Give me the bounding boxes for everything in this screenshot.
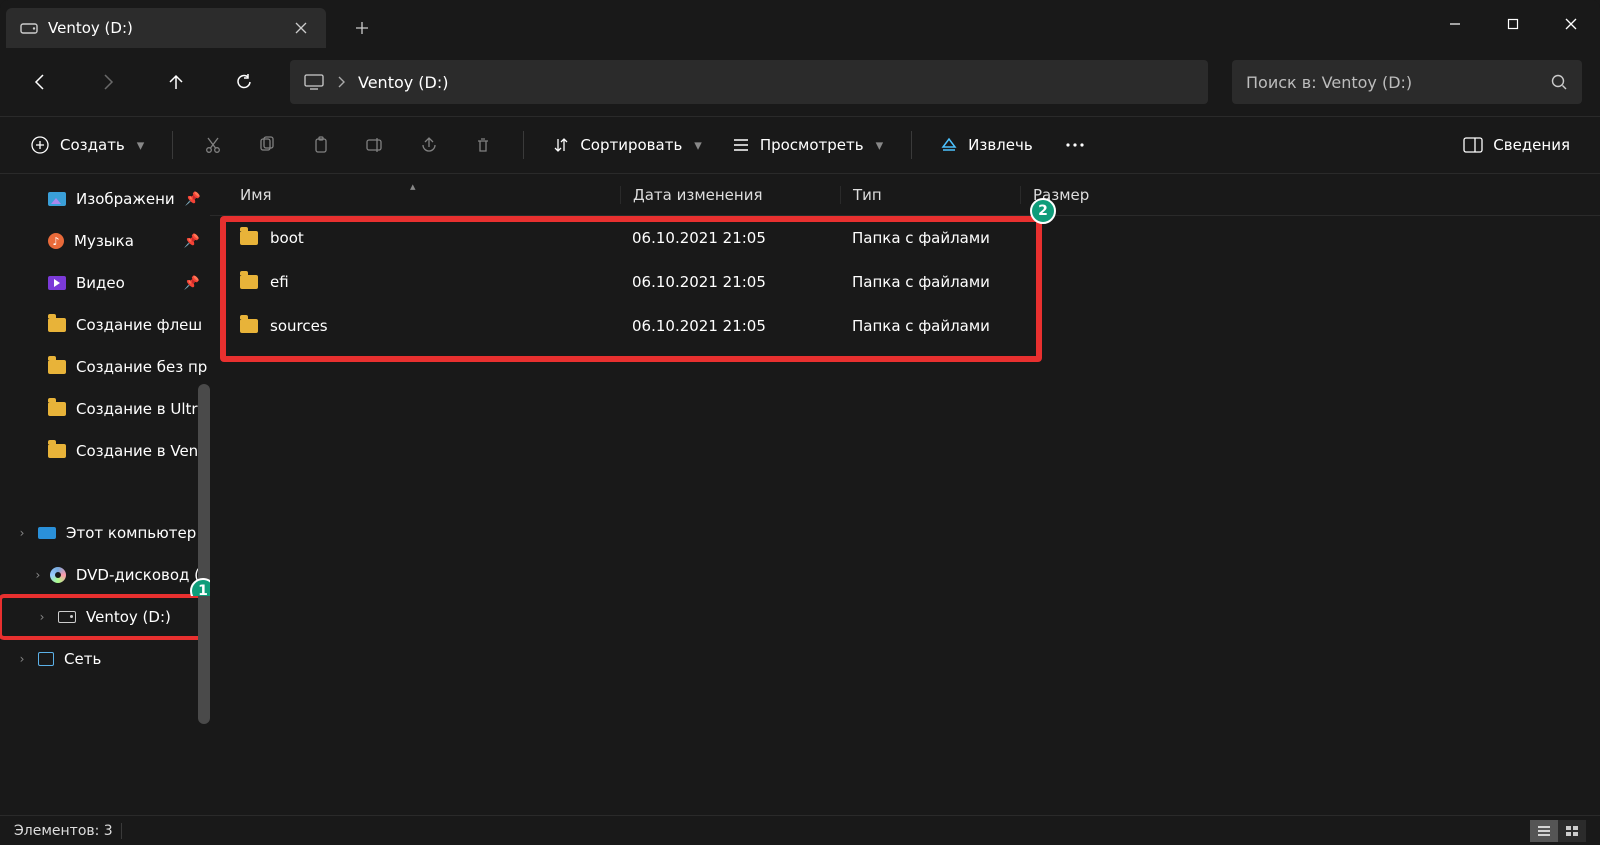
chevron-right-icon[interactable]: › [14, 652, 30, 666]
sort-button[interactable]: Сортировать ▾ [540, 125, 714, 165]
more-button[interactable] [1051, 125, 1099, 165]
sidebar-item-pictures[interactable]: Изображени 📌 [0, 178, 210, 220]
copy-button[interactable] [243, 125, 291, 165]
up-button[interactable] [154, 60, 198, 104]
video-icon [48, 276, 66, 290]
chevron-right-icon[interactable]: › [34, 610, 50, 624]
breadcrumb-location[interactable]: Ventoy (D:) [358, 73, 449, 92]
pin-icon: 📌 [184, 276, 200, 291]
forward-button[interactable] [86, 60, 130, 104]
sidebar-item-folder[interactable]: Создание в Ultra [0, 388, 210, 430]
back-button[interactable] [18, 60, 62, 104]
folder-icon [240, 231, 258, 245]
close-tab-button[interactable] [286, 13, 316, 43]
folder-icon [48, 402, 66, 416]
annotation-badge-2: 2 [1030, 198, 1056, 224]
cut-button[interactable] [189, 125, 237, 165]
titlebar: Ventoy (D:) [0, 0, 1600, 48]
search-box[interactable]: Поиск в: Ventoy (D:) [1232, 60, 1582, 104]
music-icon: ♪ [48, 233, 64, 249]
address-bar[interactable]: Ventoy (D:) [290, 60, 1208, 104]
thumbnails-view-button[interactable] [1558, 820, 1586, 842]
sort-indicator-icon: ▴ [410, 180, 416, 193]
toolbar: Создать ▾ Сортировать ▾ Просмотреть ▾ Из… [0, 116, 1600, 174]
sidebar-item-network[interactable]: › Сеть [0, 638, 210, 680]
create-button[interactable]: Создать ▾ [18, 125, 156, 165]
maximize-button[interactable] [1484, 4, 1542, 44]
window-tab[interactable]: Ventoy (D:) [6, 8, 326, 48]
chevron-right-icon[interactable]: › [34, 568, 42, 582]
sidebar-item-video[interactable]: Видео 📌 [0, 262, 210, 304]
tab-title: Ventoy (D:) [48, 19, 276, 37]
eject-button[interactable]: Извлечь [928, 125, 1045, 165]
column-type[interactable]: Тип [840, 186, 1020, 204]
chevron-down-icon: ▾ [137, 136, 145, 154]
sidebar-item-folder[interactable]: Создание в Ven [0, 430, 210, 472]
delete-button[interactable] [459, 125, 507, 165]
pin-icon: 📌 [185, 192, 201, 207]
refresh-button[interactable] [222, 60, 266, 104]
folder-icon [240, 319, 258, 333]
minimize-button[interactable] [1426, 4, 1484, 44]
window-controls [1426, 4, 1600, 44]
rename-button[interactable] [351, 125, 399, 165]
chevron-down-icon: ▾ [694, 136, 702, 154]
eject-icon [940, 136, 958, 154]
pc-icon [38, 527, 56, 539]
folder-icon [48, 318, 66, 332]
sidebar-item-folder[interactable]: Создание флеш [0, 304, 210, 346]
sidebar-scrollbar[interactable] [198, 384, 210, 724]
column-headers: Имя ▴ Дата изменения Тип Размер [210, 174, 1600, 216]
view-button[interactable]: Просмотреть ▾ [720, 125, 895, 165]
dvd-icon [50, 567, 66, 583]
sidebar-item-folder[interactable]: Создание без пр [0, 346, 210, 388]
sidebar-item-dvd[interactable]: › DVD-дисковод ( 1 [0, 554, 210, 596]
column-date[interactable]: Дата изменения [620, 186, 840, 204]
folder-icon [240, 275, 258, 289]
details-pane-button[interactable]: Сведения [1451, 125, 1582, 165]
new-tab-button[interactable] [342, 8, 382, 48]
column-name[interactable]: Имя ▴ [240, 186, 620, 204]
pc-icon [304, 74, 324, 90]
file-row[interactable]: sources 06.10.2021 21:05 Папка с файлами [210, 304, 1600, 348]
details-view-button[interactable] [1530, 820, 1558, 842]
sidebar-item-ventoy[interactable]: › Ventoy (D:) [0, 596, 210, 638]
search-icon [1550, 73, 1568, 91]
search-placeholder: Поиск в: Ventoy (D:) [1246, 73, 1412, 92]
sidebar-item-this-pc[interactable]: › Этот компьютер [0, 512, 210, 554]
file-list: Имя ▴ Дата изменения Тип Размер boot 06.… [210, 174, 1600, 815]
nav-row: Ventoy (D:) Поиск в: Ventoy (D:) [0, 48, 1600, 116]
paste-button[interactable] [297, 125, 345, 165]
chevron-right-icon[interactable]: › [14, 526, 30, 540]
drive-icon [58, 611, 76, 623]
share-button[interactable] [405, 125, 453, 165]
drive-icon [20, 21, 38, 35]
view-switch [1530, 820, 1586, 842]
close-window-button[interactable] [1542, 4, 1600, 44]
annotation-badge-1: 1 [190, 578, 210, 596]
pin-icon: 📌 [184, 234, 200, 249]
chevron-down-icon: ▾ [876, 136, 884, 154]
sidebar-item-music[interactable]: ♪ Музыка 📌 [0, 220, 210, 262]
sidebar: Изображени 📌 ♪ Музыка 📌 Видео 📌 Создание… [0, 174, 210, 815]
file-row[interactable]: efi 06.10.2021 21:05 Папка с файлами [210, 260, 1600, 304]
file-row[interactable]: boot 06.10.2021 21:05 Папка с файлами [210, 216, 1600, 260]
item-count: Элементов: 3 [14, 823, 113, 839]
folder-icon [48, 444, 66, 458]
status-bar: Элементов: 3 [0, 815, 1600, 845]
chevron-right-icon[interactable] [336, 75, 346, 89]
folder-icon [48, 360, 66, 374]
pictures-icon [48, 192, 66, 206]
network-icon [38, 652, 54, 666]
